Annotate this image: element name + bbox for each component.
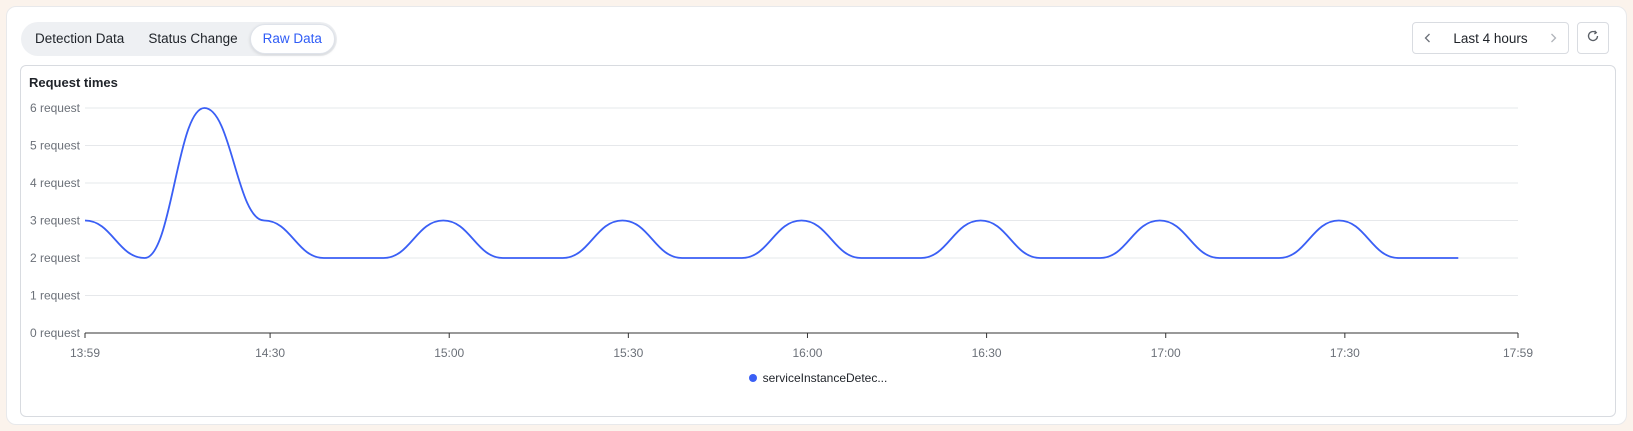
chart-legend[interactable]: serviceInstanceDetec... xyxy=(21,371,1615,385)
chevron-right-icon[interactable] xyxy=(1538,23,1568,53)
y-tick-label: 3 request xyxy=(30,214,81,228)
x-tick-label: 15:30 xyxy=(613,346,643,360)
y-tick-label: 0 request xyxy=(30,326,81,340)
y-tick-label: 6 request xyxy=(30,101,81,115)
view-tabs: Detection Data Status Change Raw Data xyxy=(21,22,337,56)
time-range-picker: Last 4 hours xyxy=(1412,22,1569,54)
x-tick-label: 13:59 xyxy=(70,346,100,360)
line-chart: 0 request 1 request 2 request 3 request 4 re… xyxy=(30,101,1533,360)
tab-detection-data[interactable]: Detection Data xyxy=(23,24,136,54)
x-tick-label: 15:00 xyxy=(434,346,464,360)
legend-marker xyxy=(748,374,757,382)
y-tick-label: 5 request xyxy=(30,139,81,153)
x-tick-label: 17:59 xyxy=(1503,346,1533,360)
y-tick-label: 4 request xyxy=(30,176,81,190)
y-tick-label: 1 request xyxy=(30,289,81,303)
x-tick-label: 16:30 xyxy=(972,346,1002,360)
request-times-chart: Request times 0 request 1 request 2 reques… xyxy=(20,65,1616,417)
raw-data-panel: Detection Data Status Change Raw Data La… xyxy=(6,6,1627,425)
tab-status-change[interactable]: Status Change xyxy=(136,24,249,54)
x-tick-label: 17:30 xyxy=(1330,346,1360,360)
chevron-left-icon[interactable] xyxy=(1413,23,1443,53)
y-tick-label: 2 request xyxy=(30,251,81,265)
legend-label: serviceInstanceDetec... xyxy=(762,371,888,385)
tab-raw-data[interactable]: Raw Data xyxy=(249,24,335,54)
x-tick-label: 14:30 xyxy=(255,346,285,360)
refresh-icon xyxy=(1586,29,1600,48)
x-tick-label: 16:00 xyxy=(792,346,822,360)
time-range-label[interactable]: Last 4 hours xyxy=(1443,31,1538,46)
x-tick-label: 17:00 xyxy=(1151,346,1181,360)
refresh-button[interactable] xyxy=(1577,22,1609,54)
